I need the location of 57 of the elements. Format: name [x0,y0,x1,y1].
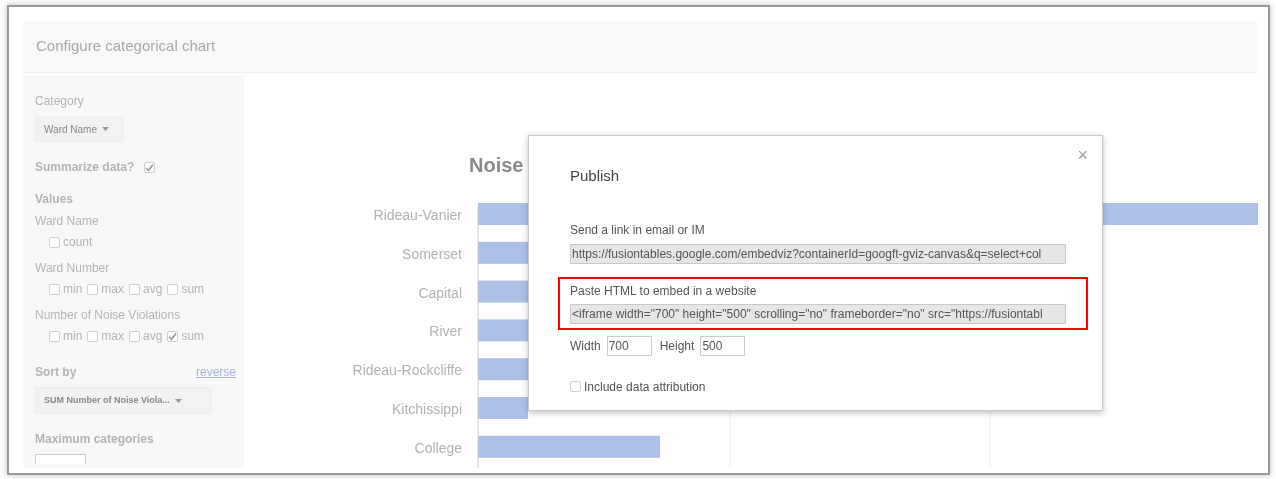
section-label: Sort by [35,364,77,381]
axis-label: Rideau-Vanier [373,206,462,225]
checkbox[interactable] [570,381,581,392]
axis-label: Capital [418,283,462,303]
section-label: Category [35,93,85,110]
embed-code-field[interactable]: <iframe width="700" height="500" scrolling="no" frameborder="no" src="https://fusiontabl [570,303,1066,324]
width-field[interactable]: 700 [606,335,652,356]
chart-bar [478,358,528,381]
checkbox[interactable] [129,330,140,342]
axis-label: Somerset [402,244,462,264]
field-name: Ward Number [35,260,111,277]
axis-label: River [429,322,462,342]
checkbox-label: avg [143,328,163,345]
axis-label: College [414,438,462,458]
field-label: Width [570,337,601,355]
chart-bar [478,280,528,303]
checkbox[interactable] [129,283,140,295]
field-label: Send a link in email or IM [570,221,705,239]
axis-label: Kitchissippi [391,400,462,419]
caret-icon [102,127,109,131]
checkbox[interactable] [167,330,179,342]
checkbox-label: Summarize data? [35,159,135,176]
checkbox[interactable] [144,161,156,173]
chart-bar [478,319,528,342]
chart-bar [478,241,528,264]
checkbox[interactable] [167,283,179,295]
checkbox[interactable] [87,330,99,342]
field-label: Paste HTML to embed in a website [570,282,757,300]
section-label: Values [35,191,75,208]
checkbox-label: avg [143,281,163,298]
dialog-title: Publish [570,166,620,186]
chart-title: Noise [469,153,524,178]
category-dropdown[interactable]: Ward Name [35,116,124,142]
checkbox-label: count [63,234,93,251]
checkbox-label: Include data attribution [584,378,706,396]
link-field[interactable]: https://fusiontables.google.com/embedviz?containerId=googft-gviz-canvas&q=select+col [570,243,1066,264]
checkbox[interactable] [49,330,60,342]
field-name: Ward Name [35,213,100,230]
sort-dropdown[interactable]: SUM Number of Noise Viola... [35,387,212,414]
checkbox-label: sum [181,328,205,345]
field-label: Height [659,337,695,355]
checkbox-label: max [101,328,124,345]
caret-icon [174,398,182,403]
panel-title: Configure categorical chart [36,36,216,57]
checkbox[interactable] [87,283,99,295]
height-field[interactable]: 500 [700,335,746,356]
axis-label: Rideau-Rockcliffe [352,361,462,381]
checkbox-label: max [101,281,124,298]
checkbox-label: sum [181,281,205,298]
checkbox-label: min [63,328,83,345]
checkbox[interactable] [49,283,60,295]
checkbox-label: min [63,281,83,298]
max-categories-field[interactable] [35,454,86,464]
chart-bar [478,397,528,419]
section-label: Maximum categories [35,431,155,448]
field-name: Number of Noise Violations [35,307,182,324]
checkbox[interactable] [49,236,60,248]
